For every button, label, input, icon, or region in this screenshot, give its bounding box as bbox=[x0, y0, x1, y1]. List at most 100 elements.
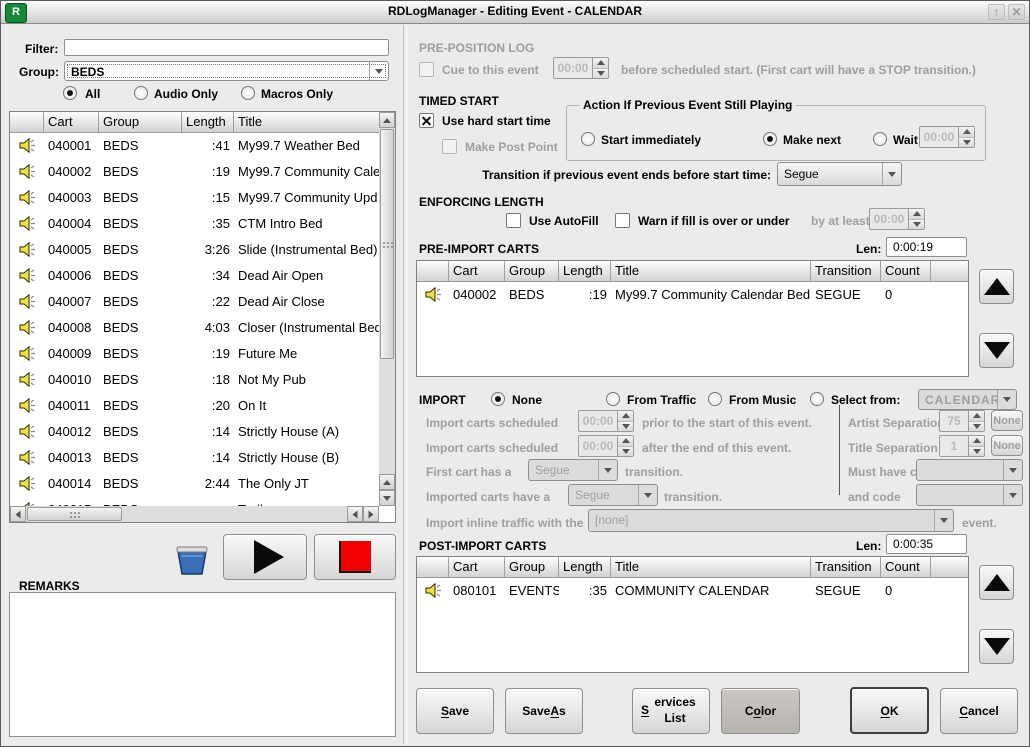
group-select[interactable]: BEDS bbox=[64, 61, 389, 81]
col-title[interactable]: Title bbox=[611, 261, 811, 281]
col-title[interactable]: Title bbox=[234, 112, 379, 132]
cart-row[interactable]: 040011 BEDS :20 On It bbox=[10, 392, 379, 418]
radio-macros-only[interactable] bbox=[241, 86, 255, 100]
cart-row[interactable]: 040013 BEDS :14 Strictly House (B) bbox=[10, 444, 379, 470]
col-count[interactable]: Count bbox=[881, 261, 931, 281]
shade-icon[interactable]: ↑ bbox=[988, 4, 1005, 20]
remarks-textarea[interactable] bbox=[9, 592, 396, 737]
pre-import-move-down-button[interactable] bbox=[979, 333, 1014, 368]
transition-select[interactable]: Segue bbox=[777, 162, 902, 186]
post-import-section-label: POST-IMPORT CARTS bbox=[419, 539, 546, 553]
radio-from-music[interactable] bbox=[708, 392, 722, 406]
cart-row[interactable]: 040009 BEDS :19 Future Me bbox=[10, 340, 379, 366]
col-length[interactable]: Length bbox=[559, 557, 611, 577]
down-arrow-icon bbox=[984, 638, 1010, 655]
col-title[interactable]: Title bbox=[611, 557, 811, 577]
col-cart[interactable]: Cart bbox=[44, 112, 99, 132]
col-blank[interactable] bbox=[931, 261, 968, 281]
up-arrow-icon bbox=[984, 574, 1010, 591]
post-import-move-down-button[interactable] bbox=[979, 629, 1014, 664]
col-group[interactable]: Group bbox=[99, 112, 182, 132]
ok-button[interactable]: OK bbox=[850, 687, 929, 734]
rdlogmanager-edit-event-window: R RDLogManager - Editing Event - CALENDA… bbox=[0, 0, 1030, 747]
radio-select-from[interactable] bbox=[810, 392, 824, 406]
cart-row[interactable]: 040002 BEDS :19 My99.7 Community Cale bbox=[10, 158, 379, 184]
radio-wait-up-to[interactable] bbox=[873, 132, 887, 146]
col-blank[interactable] bbox=[931, 557, 968, 577]
use-hard-start-checkbox[interactable] bbox=[419, 113, 434, 128]
scroll-right-icon[interactable] bbox=[363, 506, 379, 522]
services-list-button[interactable]: Services List bbox=[632, 688, 710, 734]
radio-from-traffic[interactable] bbox=[606, 392, 620, 406]
col-length[interactable]: Length bbox=[559, 261, 611, 281]
col-count[interactable]: Count bbox=[881, 557, 931, 577]
radio-make-next[interactable] bbox=[763, 132, 777, 146]
cell-cart: 040003 bbox=[44, 190, 99, 205]
col-cart[interactable]: Cart bbox=[449, 261, 505, 281]
use-autofill-checkbox[interactable] bbox=[506, 213, 521, 228]
horizontal-scroll-thumb[interactable] bbox=[27, 507, 122, 521]
col-transition[interactable]: Transition bbox=[811, 261, 881, 281]
pre-import-move-up-button[interactable] bbox=[979, 269, 1014, 304]
trash-icon[interactable] bbox=[173, 542, 211, 576]
col-length[interactable]: Length bbox=[182, 112, 234, 132]
radio-import-none[interactable] bbox=[491, 392, 505, 406]
col-cart[interactable]: Cart bbox=[449, 557, 505, 577]
cell-length: :18 bbox=[182, 372, 234, 387]
play-button[interactable] bbox=[223, 534, 307, 580]
scroll-down-icon[interactable] bbox=[379, 490, 395, 506]
spin-up-icon bbox=[959, 127, 974, 137]
radio-start-immediately[interactable] bbox=[581, 132, 595, 146]
col-group[interactable]: Group bbox=[505, 557, 559, 577]
col-icon[interactable] bbox=[417, 261, 449, 281]
cell-cart: 040002 bbox=[449, 287, 505, 302]
chevron-down-icon bbox=[1003, 460, 1022, 480]
scroll-up-icon[interactable] bbox=[379, 112, 395, 128]
scroll-up-icon[interactable] bbox=[379, 474, 395, 490]
titlebar[interactable]: R RDLogManager - Editing Event - CALENDA… bbox=[1, 1, 1029, 24]
cart-row[interactable]: 040007 BEDS :22 Dead Air Close bbox=[10, 288, 379, 314]
cart-row[interactable]: 040006 BEDS :34 Dead Air Open bbox=[10, 262, 379, 288]
make-post-point-checkbox bbox=[442, 139, 457, 154]
save-as-button[interactable]: Save As bbox=[505, 688, 583, 734]
cell-title: CTM Intro Bed bbox=[234, 216, 379, 231]
col-icon[interactable] bbox=[417, 557, 449, 577]
select-from-combo: CALENDAR bbox=[918, 389, 1017, 410]
post-import-move-up-button[interactable] bbox=[979, 565, 1014, 600]
cart-row[interactable]: 040008 BEDS 4:03 Closer (Instrumental Be… bbox=[10, 314, 379, 340]
post-import-row[interactable]: 080101 EVENTS :35 COMMUNITY CALENDAR SEG… bbox=[417, 577, 968, 603]
color-button[interactable]: Color bbox=[721, 688, 800, 734]
cart-row[interactable]: 040015 BEDS Trails bbox=[10, 496, 379, 506]
transition-selected-value: Segue bbox=[778, 163, 882, 185]
spin-up-icon bbox=[618, 436, 633, 446]
cart-row[interactable]: 040010 BEDS :18 Not My Pub bbox=[10, 366, 379, 392]
vertical-scroll-thumb[interactable] bbox=[380, 129, 394, 359]
remarks-label: REMARKS bbox=[19, 579, 80, 593]
panel-divider bbox=[403, 25, 407, 744]
col-transition[interactable]: Transition bbox=[811, 557, 881, 577]
speaker-icon bbox=[19, 476, 36, 491]
stop-button[interactable] bbox=[314, 534, 396, 580]
cell-length: :19 bbox=[559, 287, 611, 302]
cell-cart: 040005 bbox=[44, 242, 99, 257]
cart-row[interactable]: 040003 BEDS :15 My99.7 Community Upd bbox=[10, 184, 379, 210]
cart-row[interactable]: 040001 BEDS :41 My99.7 Weather Bed bbox=[10, 132, 379, 158]
imported-carts-suffix: transition. bbox=[664, 490, 722, 504]
col-icon[interactable] bbox=[10, 112, 44, 132]
radio-all[interactable] bbox=[63, 86, 77, 100]
save-button[interactable]: Save bbox=[416, 688, 494, 734]
cart-row[interactable]: 040012 BEDS :14 Strictly House (A) bbox=[10, 418, 379, 444]
close-icon[interactable]: ✕ bbox=[1008, 4, 1025, 20]
pre-import-row[interactable]: 040002 BEDS :19 My99.7 Community Calenda… bbox=[417, 281, 968, 307]
cart-row[interactable]: 040014 BEDS 2:44 The Only JT bbox=[10, 470, 379, 496]
col-group[interactable]: Group bbox=[505, 261, 559, 281]
scroll-left-icon[interactable] bbox=[10, 506, 26, 522]
cart-row[interactable]: 040005 BEDS 3:26 Slide (Instrumental Bed… bbox=[10, 236, 379, 262]
radio-audio-only[interactable] bbox=[134, 86, 148, 100]
cancel-button[interactable]: Cancel bbox=[940, 688, 1018, 734]
cart-row[interactable]: 040004 BEDS :35 CTM Intro Bed bbox=[10, 210, 379, 236]
cell-group: BEDS bbox=[99, 424, 182, 439]
scroll-left-icon[interactable] bbox=[347, 506, 363, 522]
warn-fill-checkbox[interactable] bbox=[615, 213, 630, 228]
filter-input[interactable] bbox=[64, 39, 389, 56]
